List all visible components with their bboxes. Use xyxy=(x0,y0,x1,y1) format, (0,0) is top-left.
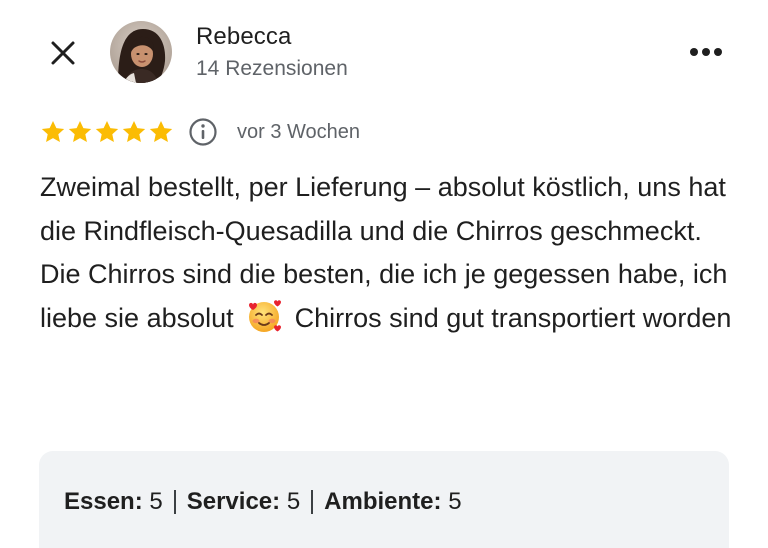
star-icon xyxy=(41,120,65,142)
sub-ratings-line: Essen: 5 Service: 5 Ambiente: 5 xyxy=(64,488,462,516)
star-icon xyxy=(68,120,92,142)
sub-rating-value-food: 5 xyxy=(149,488,163,515)
star-rating xyxy=(40,119,174,145)
rating-row: vor 3 Wochen xyxy=(40,117,360,147)
more-options-icon xyxy=(690,48,698,56)
star-icon xyxy=(95,120,119,142)
avatar[interactable] xyxy=(110,21,172,83)
sub-rating-value-ambience: 5 xyxy=(448,488,462,515)
smiling-face-with-hearts-icon xyxy=(249,299,282,332)
sub-rating-label-food: Essen: xyxy=(64,488,143,515)
profile-photo xyxy=(110,21,172,83)
more-options-icon-dot xyxy=(714,48,722,56)
info-icon[interactable] xyxy=(188,117,218,147)
more-options-icon-dot xyxy=(702,48,710,56)
sub-rating-label-ambience: Ambiente: xyxy=(324,488,442,515)
star-icon xyxy=(122,120,146,142)
divider xyxy=(311,490,314,514)
divider xyxy=(173,490,176,514)
sub-rating-label-service: Service: xyxy=(186,488,281,515)
review-date: vor 3 Wochen xyxy=(237,120,361,143)
star-icon xyxy=(149,120,173,142)
review-detail-screen: Rebecca 14 Rezensionen vor 3 Wochen Zwei… xyxy=(0,0,768,548)
sub-ratings-box: Essen: 5 Service: 5 Ambiente: 5 xyxy=(39,451,729,548)
review-text: Zweimal bestellt, per Lieferung – absolu… xyxy=(40,166,740,340)
reviewer-name[interactable]: Rebecca xyxy=(196,23,291,51)
close-button[interactable] xyxy=(44,34,82,72)
sub-rating-value-service: 5 xyxy=(286,488,301,515)
close-icon xyxy=(51,41,75,65)
reviewer-review-count: 14 Rezensionen xyxy=(196,57,348,80)
more-options-button[interactable] xyxy=(682,40,730,64)
review-text-part-2: Chirros sind gut transportiert worden xyxy=(294,302,732,333)
